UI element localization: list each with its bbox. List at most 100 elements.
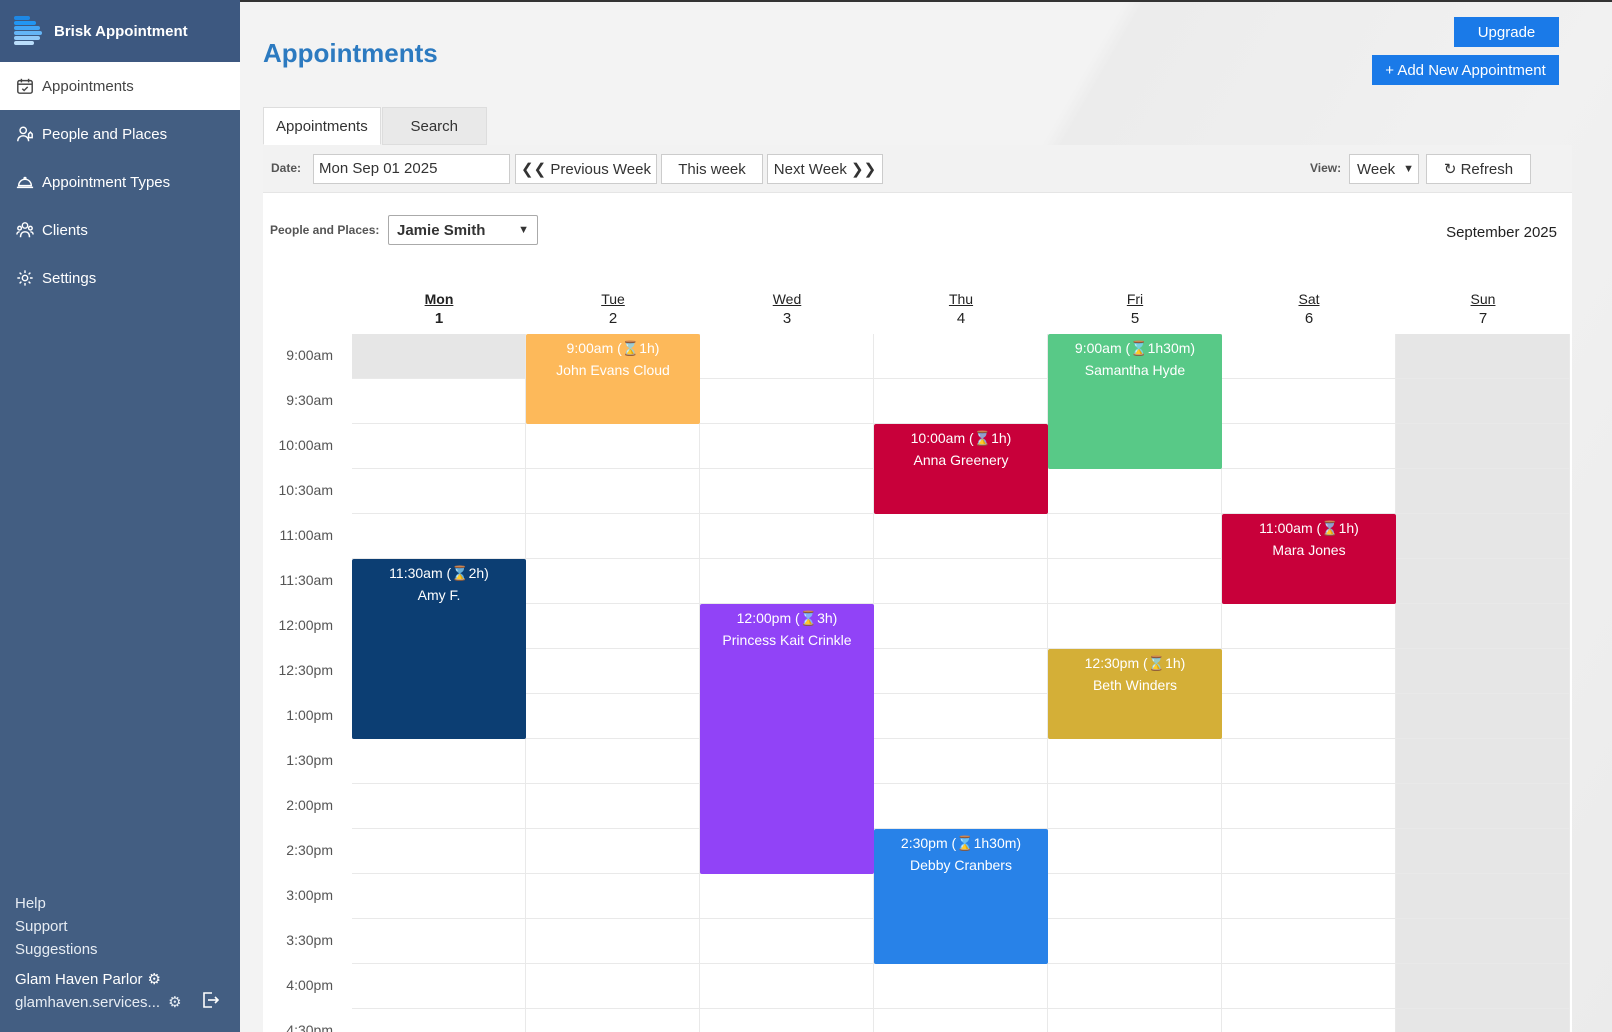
time-slot[interactable] bbox=[1396, 919, 1570, 964]
time-slot[interactable] bbox=[352, 334, 526, 379]
day-header-mon[interactable]: Mon 1 bbox=[352, 289, 526, 329]
date-input[interactable]: Mon Sep 01 2025 bbox=[313, 154, 510, 184]
time-slot[interactable] bbox=[352, 424, 526, 469]
sidebar-item-people-and-places[interactable]: People and Places bbox=[0, 110, 240, 158]
time-slot[interactable] bbox=[874, 964, 1048, 1009]
refresh-button[interactable]: ↻ Refresh bbox=[1426, 154, 1531, 184]
help-link[interactable]: Help bbox=[15, 892, 235, 915]
time-slot[interactable] bbox=[352, 784, 526, 829]
appointment-block[interactable]: 12:30pm (⌛1h) Beth Winders bbox=[1048, 649, 1222, 739]
time-slot[interactable] bbox=[1222, 694, 1396, 739]
time-slot[interactable] bbox=[526, 739, 700, 784]
time-slot[interactable] bbox=[352, 829, 526, 874]
time-slot[interactable] bbox=[1396, 469, 1570, 514]
upgrade-button[interactable]: Upgrade bbox=[1454, 17, 1559, 47]
time-slot[interactable] bbox=[1222, 424, 1396, 469]
day-header-tue[interactable]: Tue 2 bbox=[526, 289, 700, 329]
time-slot[interactable] bbox=[1222, 784, 1396, 829]
time-slot[interactable] bbox=[874, 784, 1048, 829]
people-places-select[interactable]: Jamie Smith ▼ bbox=[388, 215, 538, 245]
time-slot[interactable] bbox=[526, 514, 700, 559]
time-slot[interactable] bbox=[1048, 739, 1222, 784]
time-slot[interactable] bbox=[526, 649, 700, 694]
time-slot[interactable] bbox=[1396, 739, 1570, 784]
time-slot[interactable] bbox=[1222, 649, 1396, 694]
time-slot[interactable] bbox=[1048, 514, 1222, 559]
logout-icon[interactable] bbox=[200, 990, 220, 1015]
appointment-block[interactable]: 11:00am (⌛1h) Mara Jones bbox=[1222, 514, 1396, 604]
time-slot[interactable] bbox=[1222, 829, 1396, 874]
time-slot[interactable] bbox=[1396, 1009, 1570, 1032]
time-slot[interactable] bbox=[1396, 964, 1570, 1009]
time-slot[interactable] bbox=[874, 514, 1048, 559]
time-slot[interactable] bbox=[700, 469, 874, 514]
time-slot[interactable] bbox=[874, 694, 1048, 739]
time-slot[interactable] bbox=[526, 964, 700, 1009]
time-slot[interactable] bbox=[1222, 919, 1396, 964]
view-select[interactable]: Week ▼ bbox=[1349, 154, 1419, 184]
time-slot[interactable] bbox=[874, 1009, 1048, 1032]
day-header-thu[interactable]: Thu 4 bbox=[874, 289, 1048, 329]
time-slot[interactable] bbox=[700, 1009, 874, 1032]
day-name[interactable]: Tue bbox=[526, 289, 700, 309]
time-slot[interactable] bbox=[700, 874, 874, 919]
time-slot[interactable] bbox=[526, 1009, 700, 1032]
sidebar-item-appointment-types[interactable]: Appointment Types bbox=[0, 158, 240, 206]
time-slot[interactable] bbox=[874, 334, 1048, 379]
url-settings-icon[interactable]: ⚙ bbox=[168, 993, 181, 1011]
time-slot[interactable] bbox=[700, 424, 874, 469]
time-slot[interactable] bbox=[1222, 604, 1396, 649]
sidebar-item-appointments[interactable]: Appointments bbox=[0, 62, 240, 110]
appointment-block[interactable]: 9:00am (⌛1h30m) Samantha Hyde bbox=[1048, 334, 1222, 469]
time-slot[interactable] bbox=[1048, 1009, 1222, 1032]
time-slot[interactable] bbox=[526, 874, 700, 919]
time-slot[interactable] bbox=[1222, 874, 1396, 919]
time-slot[interactable] bbox=[1396, 559, 1570, 604]
appointment-block[interactable]: 2:30pm (⌛1h30m) Debby Cranbers bbox=[874, 829, 1048, 964]
day-name[interactable]: Thu bbox=[874, 289, 1048, 309]
time-slot[interactable] bbox=[352, 514, 526, 559]
time-slot[interactable] bbox=[1048, 559, 1222, 604]
time-slot[interactable] bbox=[1396, 694, 1570, 739]
add-new-appointment-button[interactable]: + Add New Appointment bbox=[1372, 55, 1559, 85]
appointment-block[interactable]: 9:00am (⌛1h) John Evans Cloud bbox=[526, 334, 700, 424]
time-slot[interactable] bbox=[352, 379, 526, 424]
time-slot[interactable] bbox=[1396, 334, 1570, 379]
time-slot[interactable] bbox=[874, 649, 1048, 694]
time-slot[interactable] bbox=[1048, 784, 1222, 829]
time-slot[interactable] bbox=[874, 604, 1048, 649]
time-slot[interactable] bbox=[526, 604, 700, 649]
time-slot[interactable] bbox=[1048, 964, 1222, 1009]
time-slot[interactable] bbox=[1396, 784, 1570, 829]
time-slot[interactable] bbox=[1222, 1009, 1396, 1032]
time-slot[interactable] bbox=[1396, 829, 1570, 874]
time-slot[interactable] bbox=[874, 559, 1048, 604]
day-header-sat[interactable]: Sat 6 bbox=[1222, 289, 1396, 329]
brand[interactable]: Brisk Appointment bbox=[0, 0, 240, 62]
time-slot[interactable] bbox=[700, 514, 874, 559]
time-slot[interactable] bbox=[874, 739, 1048, 784]
time-slot[interactable] bbox=[700, 559, 874, 604]
time-slot[interactable] bbox=[1048, 469, 1222, 514]
day-header-fri[interactable]: Fri 5 bbox=[1048, 289, 1222, 329]
appointment-block[interactable]: 10:00am (⌛1h) Anna Greenery bbox=[874, 424, 1048, 514]
suggestions-link[interactable]: Suggestions bbox=[15, 938, 235, 961]
time-slot[interactable] bbox=[1222, 469, 1396, 514]
time-slot[interactable] bbox=[352, 874, 526, 919]
business-name[interactable]: Glam Haven Parlor ⚙ bbox=[15, 970, 235, 989]
day-name[interactable]: Fri bbox=[1048, 289, 1222, 309]
time-slot[interactable] bbox=[1222, 334, 1396, 379]
sidebar-item-settings[interactable]: Settings bbox=[0, 254, 240, 302]
appointment-block[interactable]: 12:00pm (⌛3h) Princess Kait Crinkle bbox=[700, 604, 874, 874]
day-name[interactable]: Sun bbox=[1396, 289, 1570, 309]
time-slot[interactable] bbox=[526, 919, 700, 964]
time-slot[interactable] bbox=[1048, 919, 1222, 964]
support-link[interactable]: Support bbox=[15, 915, 235, 938]
time-slot[interactable] bbox=[352, 1009, 526, 1032]
time-slot[interactable] bbox=[526, 559, 700, 604]
time-slot[interactable] bbox=[352, 739, 526, 784]
time-slot[interactable] bbox=[526, 424, 700, 469]
time-slot[interactable] bbox=[1048, 829, 1222, 874]
time-slot[interactable] bbox=[1048, 604, 1222, 649]
day-name[interactable]: Sat bbox=[1222, 289, 1396, 309]
